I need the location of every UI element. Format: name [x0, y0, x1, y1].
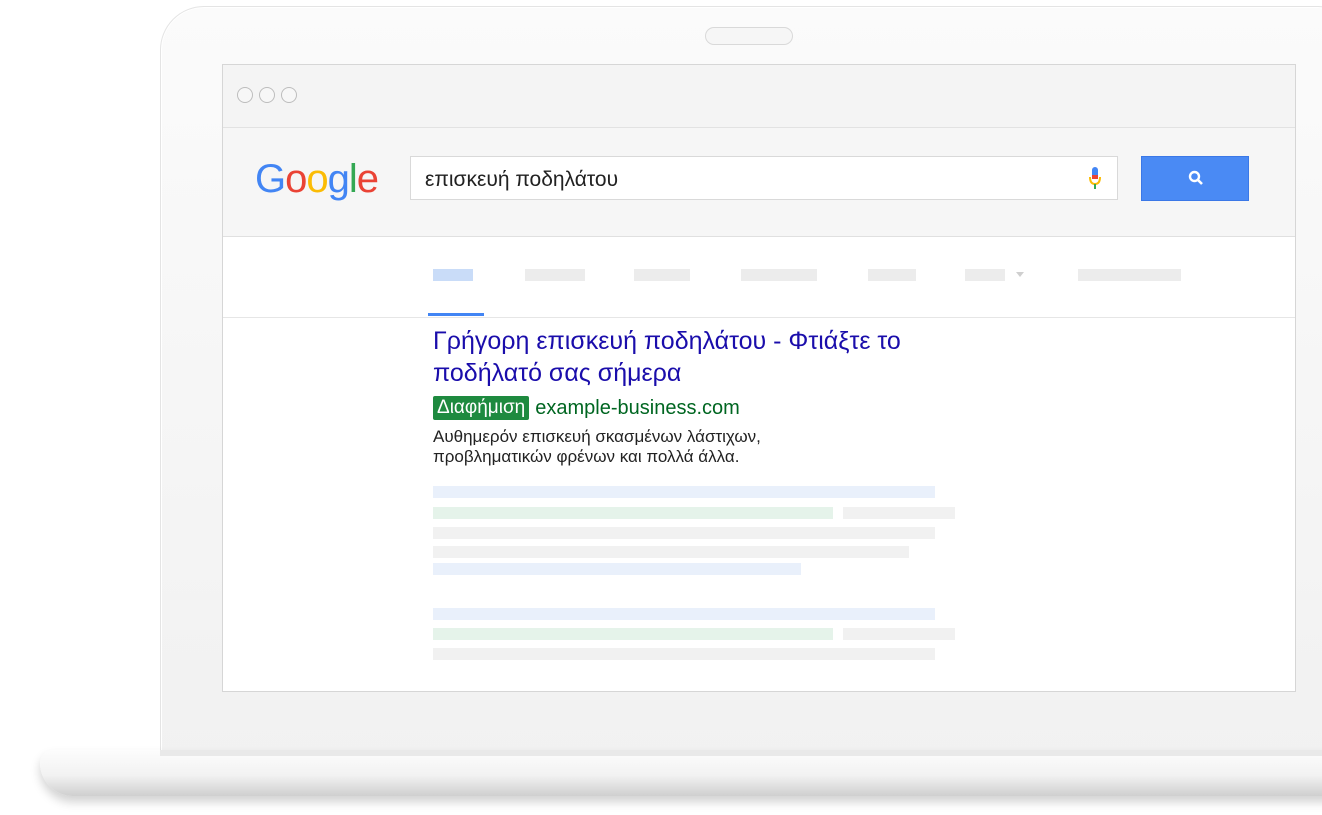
placeholder-result-title — [433, 608, 935, 620]
window-close-button[interactable] — [237, 87, 253, 103]
placeholder-result-meta — [843, 507, 955, 519]
ad-description-line: Αυθημερόν επισκευή σκασμένων λάστιχων, — [433, 427, 761, 446]
search-header: Google επισκευή ποδηλάτου — [223, 128, 1295, 237]
search-input[interactable]: επισκευή ποδηλάτου — [410, 156, 1118, 200]
ad-url-line: Διαφήμιση example-business.com — [433, 395, 993, 421]
tab-3[interactable] — [634, 269, 690, 281]
placeholder-result-snippet — [433, 527, 935, 539]
ad-result: Γρήγορη επισκευή ποδηλάτου - Φτιάξτε το … — [433, 325, 993, 467]
ad-display-url[interactable]: example-business.com — [535, 397, 740, 420]
placeholder-result-sitelink — [433, 563, 801, 575]
tab-4[interactable] — [741, 269, 817, 281]
laptop-camera — [705, 27, 793, 45]
search-button[interactable] — [1141, 156, 1249, 201]
tab-5[interactable] — [868, 269, 916, 281]
tab-2[interactable] — [525, 269, 585, 281]
placeholder-result-url — [433, 628, 833, 640]
chevron-down-icon — [1016, 272, 1024, 277]
placeholder-result-snippet — [433, 546, 909, 558]
browser-titlebar — [223, 65, 1295, 128]
tab-all[interactable] — [433, 269, 473, 281]
tab-more[interactable] — [965, 269, 1005, 281]
window-minimize-button[interactable] — [259, 87, 275, 103]
microphone-icon[interactable] — [1089, 167, 1101, 191]
ad-description: Αυθημερόν επισκευή σκασμένων λάστιχων, π… — [433, 427, 993, 467]
ad-title-link[interactable]: Γρήγορη επισκευή ποδηλάτου - Φτιάξτε το … — [433, 325, 993, 389]
window-maximize-button[interactable] — [281, 87, 297, 103]
ad-description-line: προβληματικών φρένων και πολλά άλλα. — [433, 447, 740, 466]
results-tabs — [223, 237, 1295, 318]
laptop-hinge — [160, 750, 1322, 756]
laptop-base — [40, 750, 1322, 796]
browser-window: Google επισκευή ποδηλάτου Γρήγορη επισκε… — [222, 64, 1296, 692]
placeholder-result-meta — [843, 628, 955, 640]
google-logo[interactable]: Google — [255, 157, 379, 202]
placeholder-result-snippet — [433, 648, 935, 660]
search-icon — [1188, 170, 1203, 185]
active-tab-indicator — [428, 313, 484, 316]
placeholder-result-url — [433, 507, 833, 519]
placeholder-result-title — [433, 486, 935, 498]
ad-badge: Διαφήμιση — [433, 396, 530, 420]
tab-tools[interactable] — [1078, 269, 1181, 281]
search-query-text[interactable]: επισκευή ποδηλάτου — [425, 168, 618, 192]
